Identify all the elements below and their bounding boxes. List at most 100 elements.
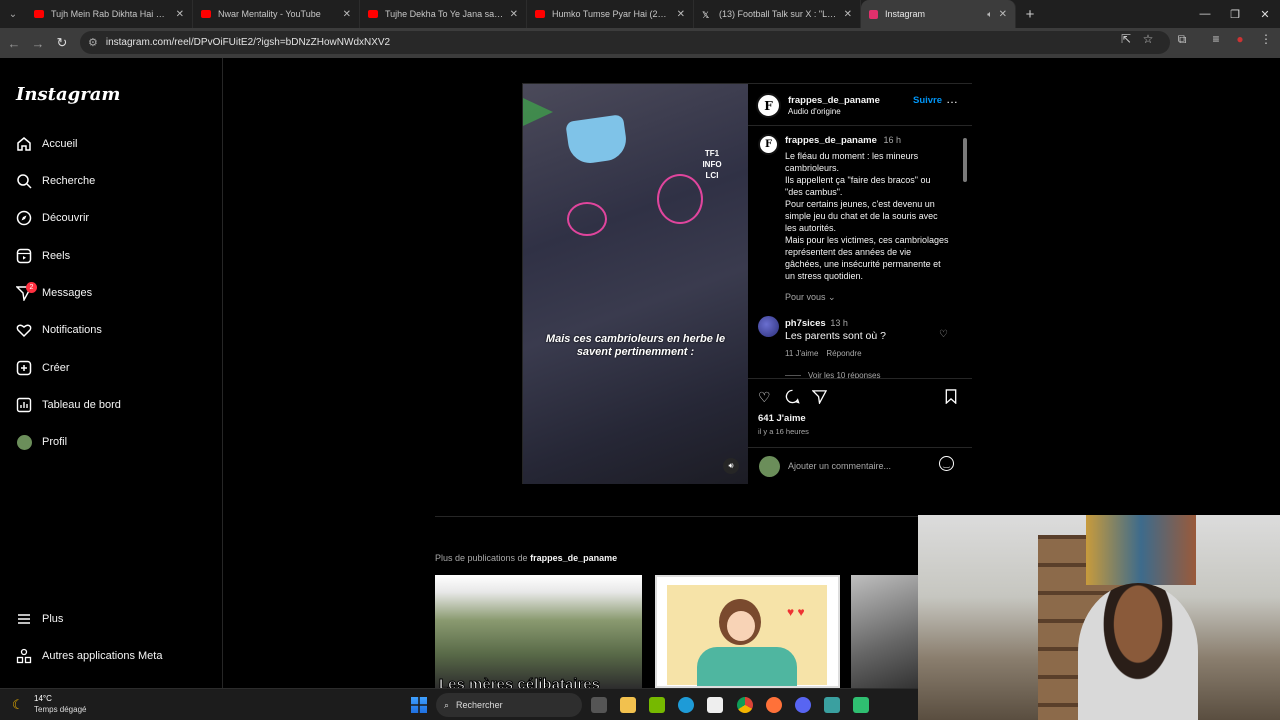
- post-thumbnail[interactable]: ♥ ♥: [655, 575, 840, 688]
- sidebar-item-meta-apps[interactable]: Autres applications Meta: [16, 644, 162, 668]
- tab-5[interactable]: 𝕏 (13) Football Talk sur X : "Lamin ✕: [694, 0, 861, 28]
- more-menu-icon[interactable]: ⋮: [1256, 32, 1276, 46]
- add-comment-input[interactable]: Ajouter un commentaire...: [788, 461, 891, 471]
- highlight-circle: [567, 202, 607, 236]
- video-graphic: [523, 98, 553, 126]
- comment-like-icon[interactable]: ♡: [939, 329, 948, 340]
- caption-avatar[interactable]: F: [758, 134, 779, 155]
- person-image: [1078, 583, 1198, 720]
- video-subtitle: Mais ces cambrioleurs en herbe le savent…: [545, 333, 726, 358]
- close-window-button[interactable]: ✕: [1248, 0, 1280, 28]
- sidebar-item-plus[interactable]: Plus: [16, 607, 63, 631]
- tab-2[interactable]: Nwar Mentality - YouTube ✕: [193, 0, 360, 28]
- more-options-icon[interactable]: …: [946, 92, 958, 106]
- post-thumbnail[interactable]: Les mères célibataires: [435, 575, 642, 688]
- close-icon[interactable]: ✕: [510, 9, 518, 20]
- url-input[interactable]: ⚙ instagram.com/reel/DPvOiFUitE2/?igsh=b…: [80, 31, 1170, 54]
- like-heart-icon[interactable]: ♡: [758, 389, 771, 406]
- see-more-label: Pour vous: [785, 292, 826, 302]
- file-explorer-icon[interactable]: [620, 697, 636, 713]
- comments-scrollbar[interactable]: [962, 128, 968, 378]
- tab-instagram[interactable]: Instagram 🔈︎ ✕: [861, 0, 1016, 28]
- follow-button[interactable]: Suivre: [913, 95, 942, 106]
- close-icon[interactable]: ✕: [844, 9, 852, 20]
- messenger-icon: 2: [16, 282, 37, 301]
- sidebar-item-decouvrir[interactable]: Découvrir: [16, 206, 89, 230]
- plus-square-icon: [16, 360, 32, 376]
- back-icon[interactable]: ←: [2, 36, 26, 51]
- author-avatar[interactable]: F: [756, 93, 781, 118]
- reply-button[interactable]: Répondre: [826, 349, 861, 358]
- firefox-icon[interactable]: [766, 697, 782, 713]
- windows-start-icon[interactable]: [411, 697, 427, 713]
- maximize-button[interactable]: ❐: [1218, 0, 1252, 28]
- install-app-icon[interactable]: ⇱: [1116, 32, 1136, 46]
- reload-icon[interactable]: ↻: [50, 35, 74, 51]
- app-icon[interactable]: [853, 697, 869, 713]
- sidebar-item-accueil[interactable]: Accueil: [16, 132, 77, 156]
- task-view-icon[interactable]: [591, 697, 607, 713]
- instagram-sidebar: Instagram Accueil Recherche Découvrir Re…: [0, 58, 223, 688]
- profile-icon[interactable]: ●: [1230, 32, 1250, 46]
- see-more-link[interactable]: Pour vous ⌄: [785, 292, 836, 303]
- post-thumbnail[interactable]: [851, 575, 918, 688]
- caption-line: Pour certains jeunes, c'est devenu un si…: [785, 199, 938, 233]
- tab-3[interactable]: Tujhe Dekha To Ye Jana sanam ✕: [360, 0, 527, 28]
- sidebar-item-messages[interactable]: 2 Messages: [16, 281, 92, 305]
- sidebar-item-creer[interactable]: Créer: [16, 356, 70, 380]
- tf1-info-logo: TF1 INFO LCI: [702, 149, 722, 180]
- forward-icon[interactable]: →: [26, 36, 50, 51]
- meta-apps-icon: [16, 648, 32, 664]
- site-info-icon[interactable]: ⚙: [88, 36, 98, 49]
- sidebar-item-tableau-de-bord[interactable]: Tableau de bord: [16, 393, 121, 417]
- media-control-icon[interactable]: ≡: [1206, 32, 1226, 46]
- speaker-icon[interactable]: 🔈︎: [987, 9, 992, 20]
- new-tab-button[interactable]: +: [1016, 6, 1044, 23]
- comment-icon[interactable]: [785, 389, 800, 407]
- weather-icon[interactable]: ☾: [12, 697, 24, 713]
- taskbar-search[interactable]: ⌕ Rechercher: [436, 693, 582, 717]
- sidebar-item-profil[interactable]: Profil: [16, 430, 67, 454]
- discord-icon[interactable]: [795, 697, 811, 713]
- more-posts-prefix: Plus de publications de: [435, 553, 528, 563]
- scrollbar-thumb[interactable]: [963, 138, 967, 182]
- chrome-icon[interactable]: [737, 697, 753, 713]
- store-icon[interactable]: [707, 697, 723, 713]
- close-icon[interactable]: ✕: [999, 9, 1007, 20]
- comment-likes[interactable]: 11 J'aime: [785, 349, 818, 358]
- sidebar-item-label: Plus: [42, 613, 64, 625]
- app-icon[interactable]: [824, 697, 840, 713]
- more-posts-author[interactable]: frappes_de_paname: [530, 553, 617, 563]
- tab-1[interactable]: Tujh Mein Rab Dikhta Hai Song ✕: [26, 0, 193, 28]
- volume-icon[interactable]: 🔊︎: [723, 458, 739, 474]
- tab-search-icon[interactable]: ⌄: [0, 0, 26, 28]
- save-bookmark-icon[interactable]: [944, 389, 958, 407]
- poster-image: [1086, 515, 1196, 585]
- author-username[interactable]: frappes_de_paname: [788, 95, 880, 106]
- audio-label[interactable]: Audio d'origine: [788, 107, 841, 116]
- reel-video[interactable]: TF1 INFO LCI Mais ces cambrioleurs en he…: [523, 84, 748, 484]
- sidebar-item-notifications[interactable]: Notifications: [16, 318, 102, 342]
- close-icon[interactable]: ✕: [176, 9, 184, 20]
- instagram-logo[interactable]: Instagram: [16, 84, 120, 105]
- nvidia-icon[interactable]: [649, 697, 665, 713]
- tab-4[interactable]: Humko Tumse Pyar Hai (2006) ✕: [527, 0, 694, 28]
- comment-avatar[interactable]: [758, 316, 779, 337]
- weather-desc[interactable]: Temps dégagé: [34, 705, 86, 714]
- close-icon[interactable]: ✕: [677, 9, 685, 20]
- edge-icon[interactable]: [678, 697, 694, 713]
- sidebar-item-recherche[interactable]: Recherche: [16, 169, 95, 193]
- share-icon[interactable]: [811, 389, 828, 407]
- bookmark-star-icon[interactable]: ☆: [1138, 32, 1158, 46]
- comment-username[interactable]: ph7sices: [785, 318, 826, 329]
- comment-text: Les parents sont où ?: [785, 330, 886, 342]
- emoji-icon[interactable]: ‿: [939, 456, 954, 471]
- weather-temp[interactable]: 14°C: [34, 694, 52, 703]
- sidebar-item-reels[interactable]: Reels: [16, 244, 70, 268]
- caption-username[interactable]: frappes_de_paname: [785, 135, 877, 146]
- extensions-icon[interactable]: ⧉: [1172, 32, 1192, 47]
- likes-count[interactable]: 641 J'aime: [758, 413, 806, 424]
- minimize-button[interactable]: —: [1188, 0, 1222, 28]
- compass-icon: [16, 210, 32, 226]
- close-icon[interactable]: ✕: [343, 9, 351, 20]
